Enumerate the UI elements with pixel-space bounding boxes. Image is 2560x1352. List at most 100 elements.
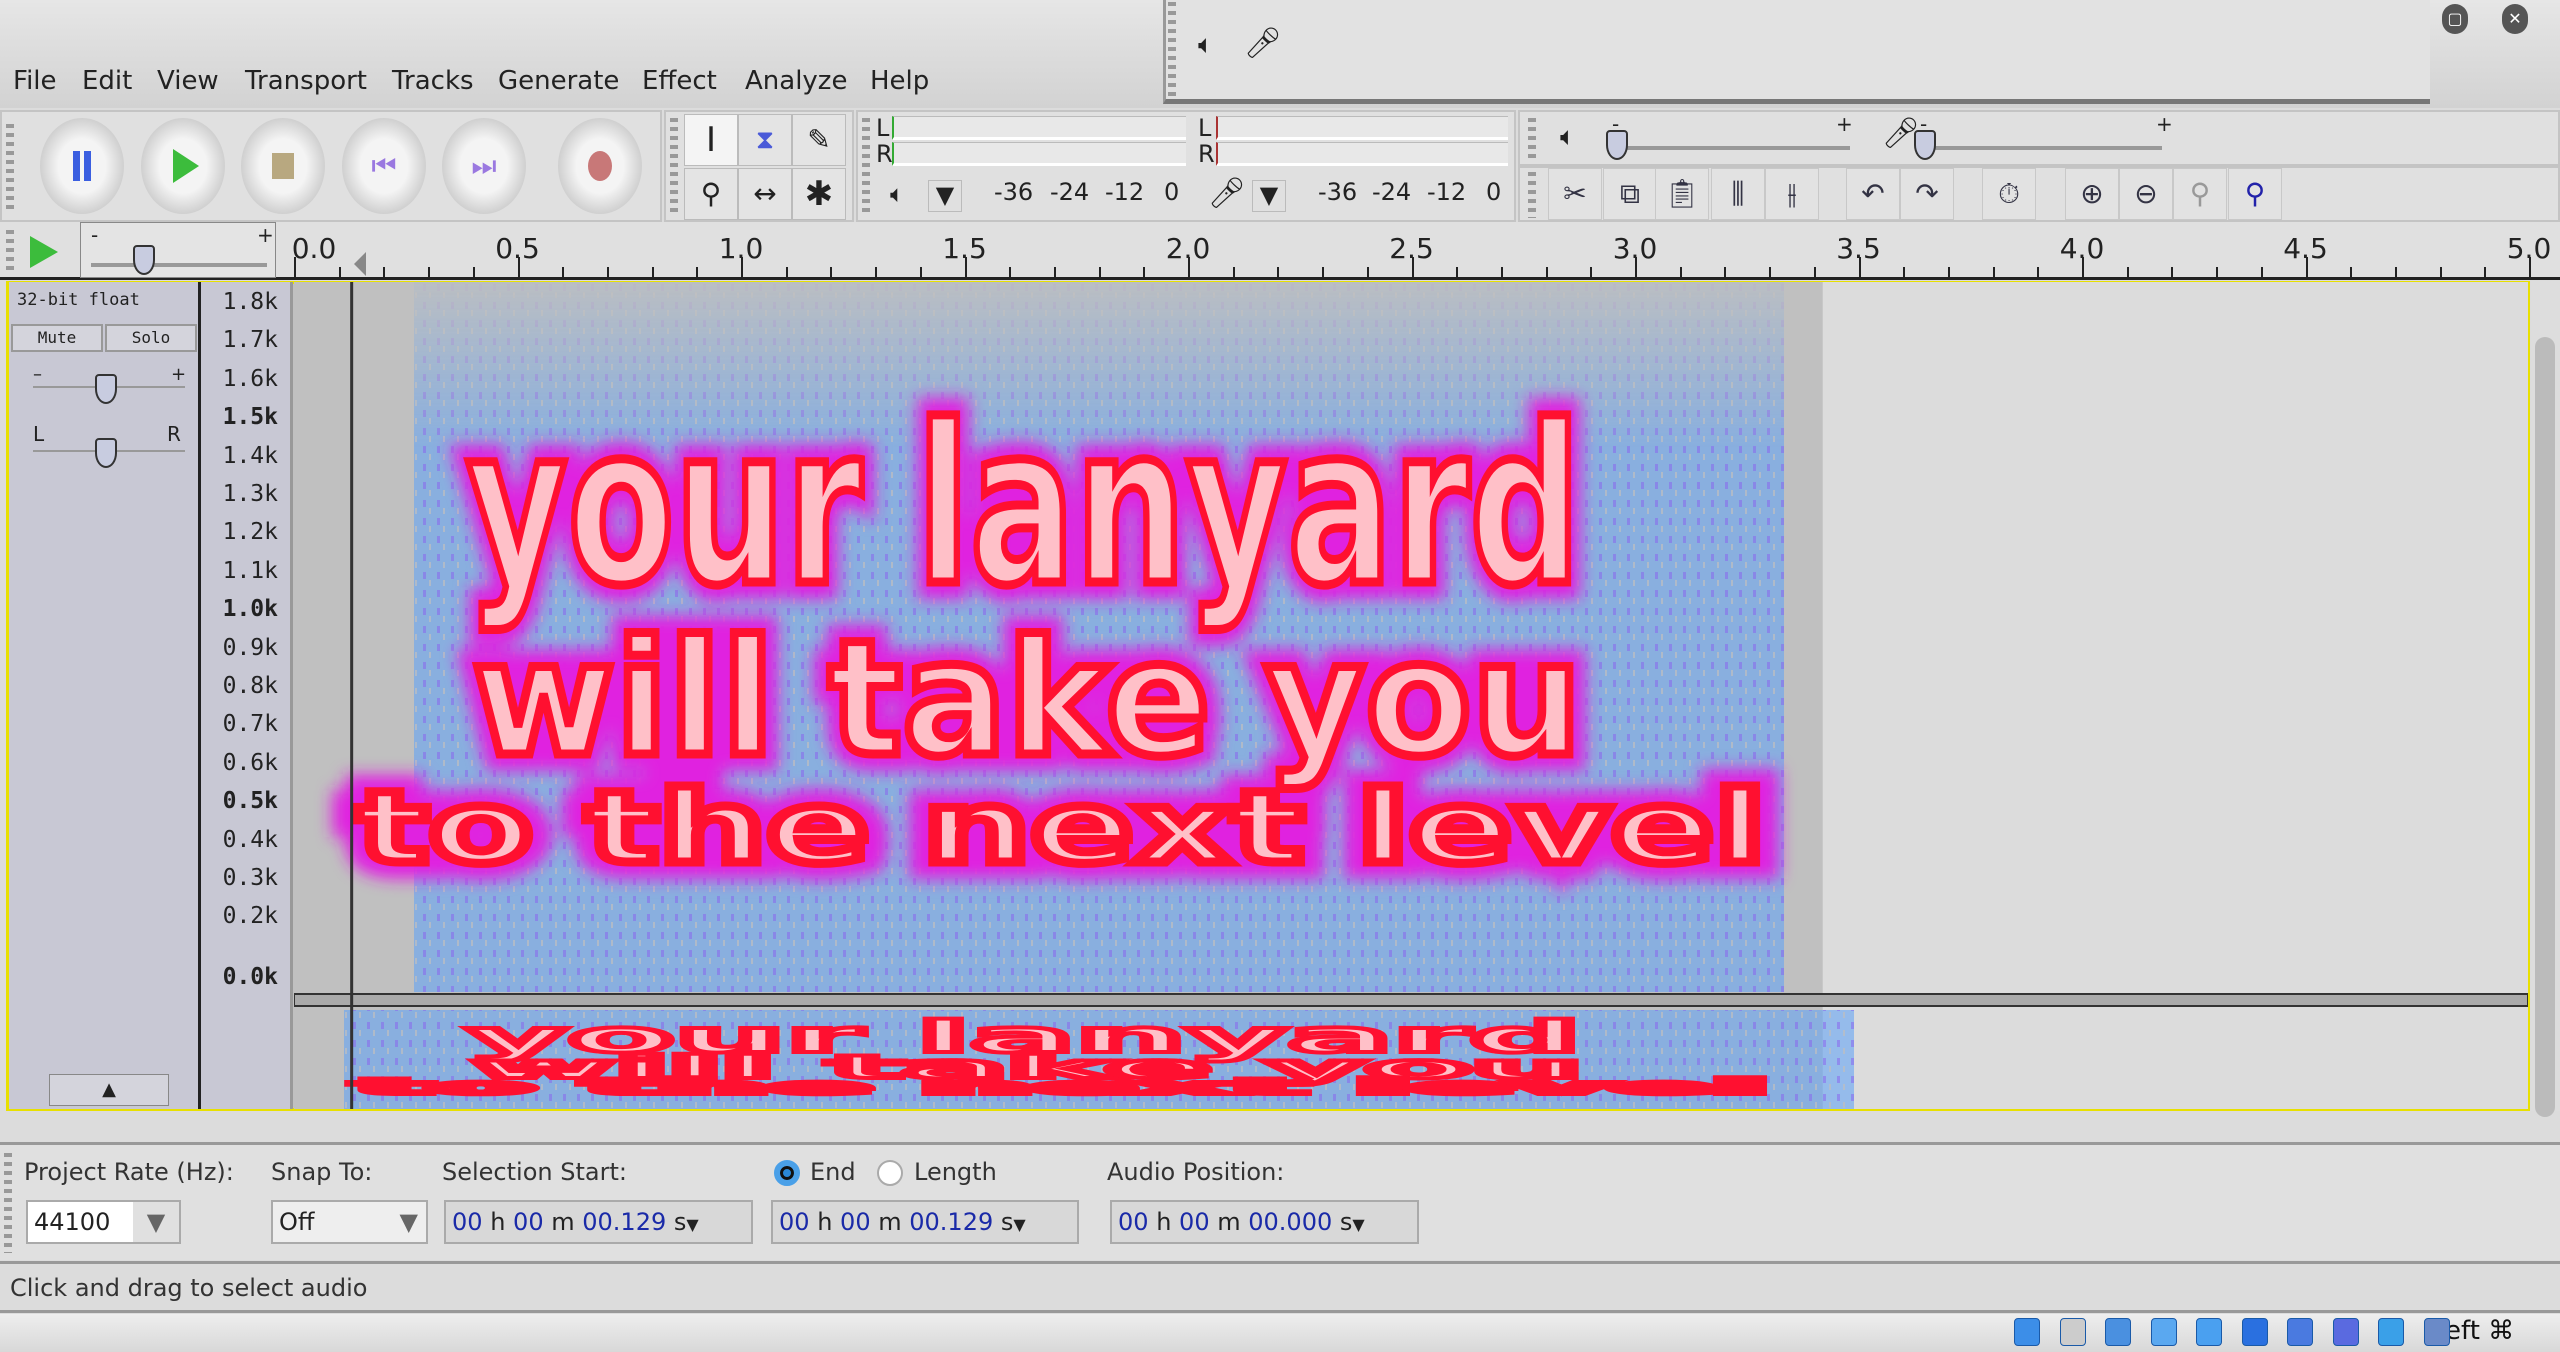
trim-button[interactable]: ⫼ [1711, 168, 1765, 220]
menu-help[interactable]: Help [870, 66, 929, 96]
toolbar-grip[interactable] [6, 230, 14, 270]
menu-tracks[interactable]: Tracks [392, 66, 474, 96]
toolbar-grip[interactable] [670, 118, 678, 214]
restore-button[interactable]: ▢ [2442, 4, 2468, 34]
zoom-tool-button[interactable]: ⚲ [684, 168, 738, 220]
scrollbar-thumb[interactable] [2535, 337, 2555, 1117]
play-button[interactable] [141, 118, 225, 214]
gain-minus-label: – [33, 364, 42, 385]
copy-button[interactable]: ⧉ [1603, 168, 1657, 220]
fit-project-button[interactable]: ⚲ [2228, 168, 2282, 220]
zoom-in-button[interactable]: ⊕ [2065, 168, 2119, 220]
collapse-track-button[interactable]: ▲ [49, 1074, 169, 1106]
play-meter-dropdown[interactable]: ▼ [928, 180, 962, 212]
spectrogram[interactable]: your lanyard will take you to the next l… [294, 282, 2528, 1109]
record-meter-left[interactable] [1216, 116, 1508, 140]
optical-disk-icon[interactable] [2059, 1318, 2086, 1346]
skip-to-start-button[interactable]: ⏮︎ [342, 118, 426, 214]
dropdown-arrow-icon[interactable]: ▼ [133, 1202, 179, 1242]
ruler-tick [606, 267, 609, 277]
usb-icon[interactable] [2150, 1318, 2177, 1346]
record-icon [588, 151, 612, 181]
end-radio[interactable] [774, 1160, 800, 1186]
play-speed-thumb[interactable] [133, 245, 155, 275]
play-meter-left[interactable] [892, 116, 1186, 140]
toolbar-grip[interactable] [6, 124, 14, 214]
menu-effect[interactable]: Effect [642, 66, 717, 96]
timeline-ruler[interactable]: - + 0.0 0.5 1.0 1.5 2.0 2.5 3.0 3.5 4.0 4.5 5.0 [0, 222, 2560, 280]
record-button[interactable] [558, 118, 642, 214]
silence-button[interactable]: ⫲ [1765, 168, 1819, 220]
redo-button[interactable]: ↷ [1900, 168, 1954, 220]
toolbar-grip[interactable] [862, 118, 870, 214]
skip-to-end-icon: ⏭︎ [471, 149, 497, 182]
play-at-speed-button[interactable] [30, 236, 58, 268]
pause-button[interactable] [40, 118, 124, 214]
toolbar-grip[interactable] [4, 1153, 12, 1253]
skip-to-end-button[interactable]: ⏭︎ [442, 118, 526, 214]
mouse-integration-icon[interactable] [2378, 1318, 2404, 1346]
paste-button[interactable]: 📋︎ [1655, 168, 1709, 220]
selection-tool-button[interactable]: I [684, 114, 738, 166]
menu-transport[interactable]: Transport [245, 66, 367, 96]
i-beam-icon: I [705, 120, 717, 160]
stop-button[interactable] [241, 118, 325, 214]
playback-volume-slider[interactable] [1612, 146, 1850, 150]
undo-button[interactable]: ↶ [1846, 168, 1900, 220]
snap-to-value: Off [279, 1208, 315, 1236]
trim-audio-button[interactable]: ✂ [1548, 168, 1602, 220]
cpu-icon[interactable] [2332, 1318, 2359, 1346]
ruler-tick [696, 267, 699, 277]
multi-tool-button[interactable]: ✱ [792, 168, 846, 220]
video-capture-icon[interactable] [2287, 1318, 2313, 1346]
solo-button[interactable]: Solo [105, 324, 197, 352]
audio-position-field[interactable]: 00 h 00 m 00.000 s▼ [1110, 1200, 1419, 1244]
track-divider[interactable] [294, 993, 2528, 1007]
menu-file[interactable]: File [13, 66, 57, 96]
zoom-out-button[interactable]: ⊖ [2119, 168, 2173, 220]
sync-lock-button[interactable]: ⏱︎ [1982, 168, 2036, 220]
mute-button[interactable]: Mute [11, 324, 103, 352]
snap-to-select[interactable]: Off ▼ [271, 1200, 428, 1244]
close-button[interactable]: ✕ [2502, 4, 2528, 34]
frequency-label: 0.4k [222, 826, 278, 853]
time-shift-tool-button[interactable]: ↔ [738, 168, 792, 220]
menu-generate[interactable]: Generate [498, 66, 619, 96]
menu-view[interactable]: View [157, 66, 219, 96]
selection-start-field[interactable]: 00 h 00 m 00.129 s▼ [444, 1200, 753, 1244]
display-icon[interactable] [2241, 1318, 2268, 1346]
toolbar-grip[interactable] [1168, 2, 1176, 100]
selection-end-field[interactable]: 00 h 00 m 00.129 s▼ [771, 1200, 1079, 1244]
gain-slider-thumb[interactable] [95, 374, 117, 404]
format-dropdown-icon[interactable]: ▼ [1013, 1215, 1025, 1234]
hard-disk-icon[interactable] [2014, 1318, 2040, 1346]
play-meter-right[interactable] [892, 142, 1186, 166]
shared-folder-icon[interactable] [2196, 1318, 2222, 1346]
fit-selection-button[interactable]: ⚲ [2173, 168, 2227, 220]
draw-tool-button[interactable]: ✎ [792, 114, 846, 166]
play-speed-slider[interactable] [91, 263, 267, 267]
recording-volume-slider[interactable] [1920, 146, 2162, 150]
project-rate-combobox[interactable]: 44100 ▼ [26, 1200, 181, 1244]
record-meter-right[interactable] [1216, 142, 1508, 166]
toolbar-grip[interactable] [1528, 172, 1536, 218]
length-radio[interactable] [877, 1160, 903, 1186]
ruler-tick [2484, 267, 2487, 277]
recording-volume-thumb[interactable] [1914, 130, 1936, 160]
toolbar-grip[interactable] [1528, 118, 1536, 160]
record-meter-dropdown[interactable]: ▼ [1252, 180, 1286, 212]
status-text: Click and drag to select audio [10, 1274, 368, 1302]
vertical-scrollbar[interactable] [2531, 281, 2560, 1117]
playhead-marker[interactable] [354, 252, 366, 276]
envelope-tool-button[interactable]: ⧗ [738, 114, 792, 166]
menu-edit[interactable]: Edit [82, 66, 132, 96]
arrow-down-icon[interactable] [2423, 1318, 2450, 1346]
edit-toolbar: ✂ ⧉ 📋︎ ⫼ ⫲ ↶ ↷ ⏱︎ ⊕ ⊖ ⚲ ⚲ [1518, 166, 2560, 222]
format-dropdown-icon[interactable]: ▼ [1352, 1215, 1364, 1234]
network-icon[interactable] [2105, 1318, 2131, 1346]
ruler-tick [1456, 267, 1459, 277]
menu-analyze[interactable]: Analyze [745, 66, 847, 96]
playback-volume-thumb[interactable] [1606, 130, 1628, 160]
pan-slider-thumb[interactable] [95, 438, 117, 468]
format-dropdown-icon[interactable]: ▼ [686, 1215, 698, 1234]
